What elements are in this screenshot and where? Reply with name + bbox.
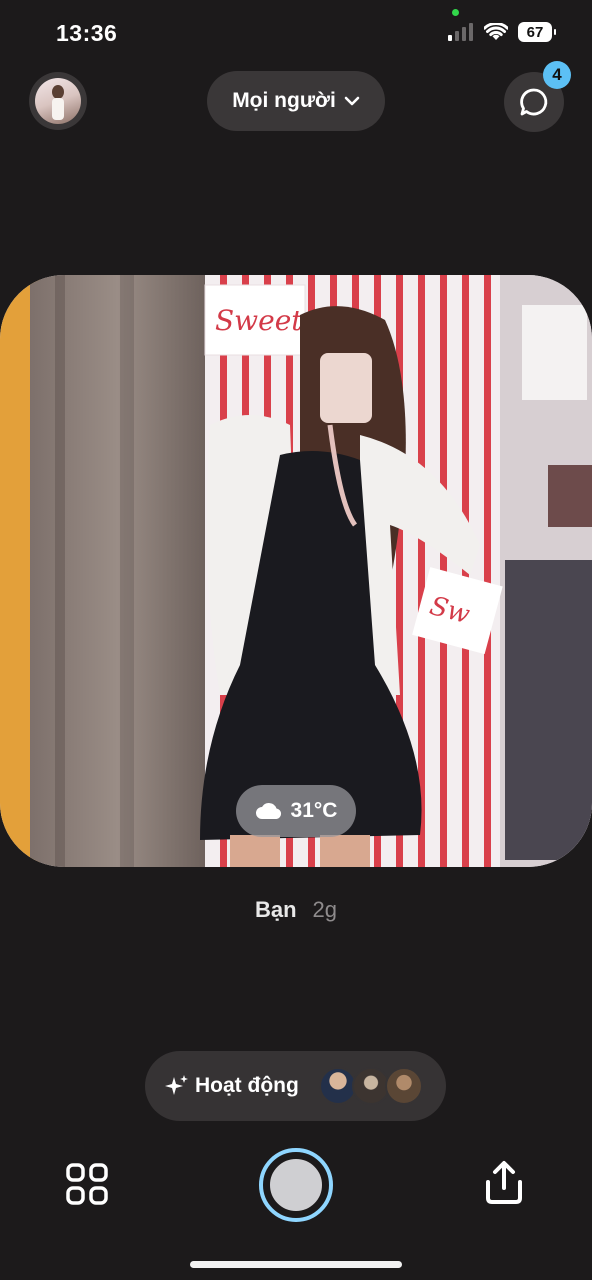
time-ago: 2g <box>312 897 338 922</box>
mirror-selfie-image: Sweet Sw <box>0 275 592 867</box>
shared-photo[interactable]: Sweet Sw <box>0 275 592 867</box>
profile-avatar-button[interactable] <box>29 72 87 130</box>
photo-caption: Bạn 2g <box>0 897 592 923</box>
status-time: 13:36 <box>56 20 118 46</box>
weather-chip: 31°C <box>236 785 356 837</box>
chat-bubble-icon <box>520 88 548 116</box>
wifi-icon <box>484 23 508 40</box>
battery-level: 67 <box>526 23 544 41</box>
cloud-icon <box>255 803 281 819</box>
share-icon[interactable] <box>482 1160 526 1206</box>
shutter-button[interactable] <box>259 1148 333 1222</box>
activity-label: Hoạt động <box>195 1074 299 1097</box>
temperature-text: 31°C <box>290 799 338 822</box>
friend-avatar-3 <box>385 1067 423 1105</box>
activity-button[interactable]: Hoạt động <box>145 1051 446 1121</box>
cellular-signal-icon <box>448 23 473 41</box>
chevron-down-icon <box>344 96 360 106</box>
home-indicator[interactable] <box>190 1261 402 1268</box>
audience-dropdown[interactable]: Mọi người <box>207 71 385 131</box>
battery-icon: 67 <box>518 22 556 42</box>
sparkles-icon <box>165 1075 188 1095</box>
status-icons: 67 <box>448 22 556 42</box>
author-name: Bạn <box>254 897 297 922</box>
sign-text-top: Sweet <box>215 304 303 337</box>
shutter-inner <box>267 1156 325 1214</box>
avatar <box>35 78 81 124</box>
audience-label: Mọi người <box>232 89 336 112</box>
privacy-indicator-dot <box>452 9 459 16</box>
unread-messages-badge: 4 <box>543 61 571 89</box>
grid-view-icon[interactable] <box>66 1163 108 1205</box>
